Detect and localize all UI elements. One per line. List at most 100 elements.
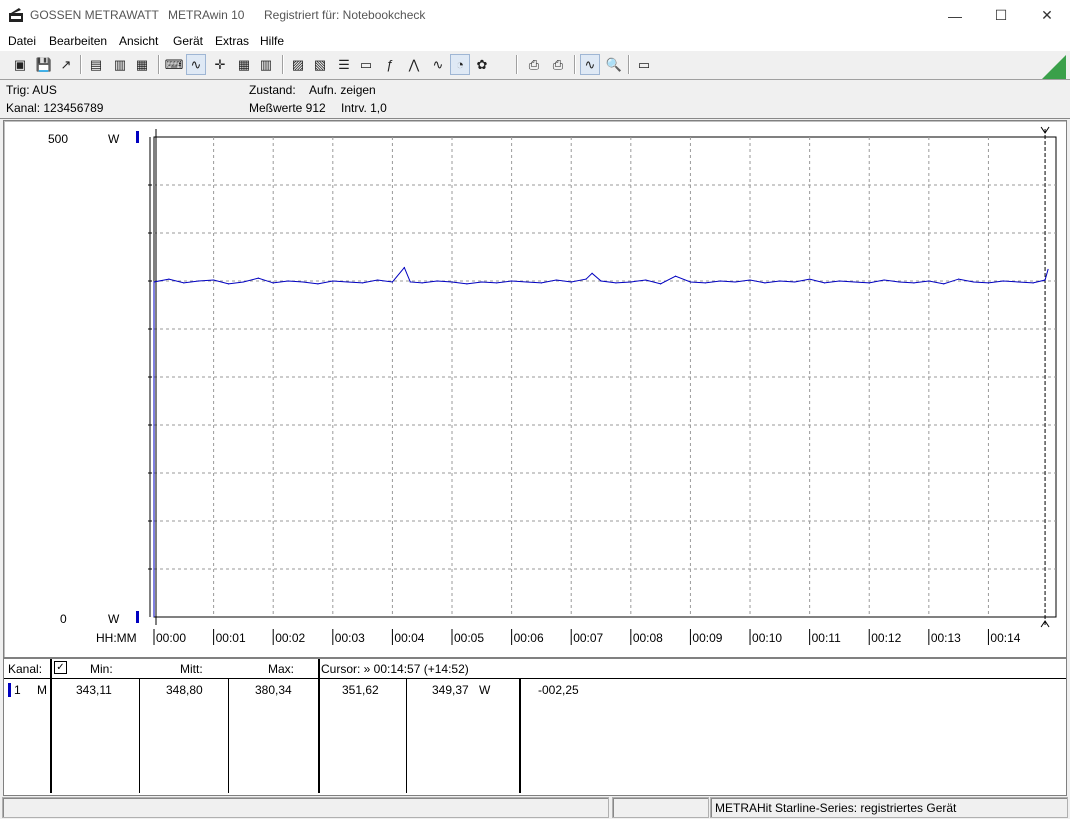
data-point bbox=[302, 281, 304, 283]
x-tick-label: 00:01 bbox=[216, 631, 246, 645]
chart-svg[interactable]: 00:00 00:01 00:02 00:03 00:04 00:05 00:06 00:07… bbox=[4, 121, 1066, 657]
print-preview-button[interactable]: ⎙ bbox=[548, 54, 568, 75]
open-button[interactable]: ▣ bbox=[10, 54, 30, 75]
status-bar: METRAHit Starline-Series: registriertes … bbox=[0, 796, 1070, 819]
close-button[interactable]: ✕ bbox=[1024, 0, 1070, 31]
data-point bbox=[958, 278, 960, 280]
x-tick-label: 00:03 bbox=[335, 631, 365, 645]
signal2-button[interactable]: ∿ bbox=[428, 54, 448, 75]
data-point bbox=[272, 282, 274, 284]
data-point bbox=[674, 275, 677, 277]
device3-button[interactable]: ▦ bbox=[132, 54, 152, 75]
device3-icon: ▦ bbox=[135, 56, 149, 72]
list-button[interactable]: ☰ bbox=[334, 54, 354, 75]
data-point bbox=[689, 281, 692, 283]
menu-bearbeiten[interactable]: Bearbeiten bbox=[49, 34, 107, 48]
data-point bbox=[600, 280, 602, 282]
data-point bbox=[257, 277, 259, 279]
data-point bbox=[591, 272, 593, 274]
data-point bbox=[838, 280, 841, 282]
interval-value: Intrv. 1,0 bbox=[341, 101, 387, 115]
brand-title: GOSSEN METRAWATT bbox=[30, 8, 159, 22]
keyboard-button[interactable]: ⌨ bbox=[164, 54, 184, 75]
data-point bbox=[704, 282, 706, 284]
data-point bbox=[928, 280, 930, 282]
export-button[interactable]: ↗ bbox=[56, 54, 76, 75]
monitor-icon: ▭ bbox=[359, 56, 373, 72]
wave-view-button[interactable]: ∿ bbox=[186, 54, 206, 75]
data-point bbox=[421, 282, 423, 284]
device2-button[interactable]: ▥ bbox=[110, 54, 130, 75]
row-unit: W bbox=[479, 683, 491, 697]
row-max: 380,34 bbox=[255, 683, 292, 697]
channel-checkbox[interactable]: ✓ bbox=[54, 661, 67, 674]
toolbar-separator bbox=[158, 55, 160, 74]
close-icon: ✕ bbox=[1041, 7, 1053, 23]
y-max-label: 500 bbox=[48, 132, 68, 146]
data-point bbox=[332, 280, 334, 282]
device2-icon: ▥ bbox=[113, 56, 127, 72]
data-point bbox=[883, 279, 885, 281]
save-button[interactable]: 💾 bbox=[34, 54, 54, 75]
data-point bbox=[198, 280, 200, 282]
toolbar-separator bbox=[80, 55, 82, 74]
signal1-button[interactable]: ⋀ bbox=[404, 54, 424, 75]
menu-extras[interactable]: Extras bbox=[215, 34, 249, 48]
state-label: Zustand: bbox=[249, 83, 296, 97]
data-point bbox=[213, 279, 215, 281]
data-point bbox=[481, 281, 483, 283]
table-view-button[interactable]: ▦ bbox=[234, 54, 254, 75]
measurement-count: Meßwerte 912 bbox=[249, 101, 326, 115]
probe-button[interactable]: ◔ bbox=[450, 54, 470, 75]
data-point bbox=[987, 282, 990, 284]
keyboard-icon: ⌨ bbox=[164, 56, 184, 72]
stats-grid: Kanal: ✓ Min: Mitt: Max: Cursor: » 00:14… bbox=[3, 658, 1067, 796]
row-min: 343,11 bbox=[76, 683, 112, 697]
title-bar: GOSSEN METRAWATT METRAwin 10 Registriert… bbox=[0, 0, 1070, 31]
menu-ansicht[interactable]: Ansicht bbox=[119, 34, 158, 48]
menu-bar: Datei Bearbeiten Ansicht Gerät Extras Hi… bbox=[0, 31, 1070, 52]
minimize-icon: — bbox=[948, 7, 962, 24]
data-point bbox=[153, 281, 155, 283]
config2-button[interactable]: ▧ bbox=[310, 54, 330, 75]
comment-button[interactable]: ▭ bbox=[634, 54, 654, 75]
row-cursor2: 349,37 bbox=[432, 683, 469, 697]
zoom-button[interactable]: 🔍 bbox=[604, 54, 624, 75]
minimize-button[interactable]: — bbox=[932, 0, 978, 31]
color-button[interactable]: ✿ bbox=[472, 54, 492, 75]
menu-datei[interactable]: Datei bbox=[8, 34, 36, 48]
min-header: Min: bbox=[90, 662, 113, 676]
data-point bbox=[555, 279, 557, 281]
maximize-button[interactable]: ☐ bbox=[978, 0, 1024, 31]
row-mode: M bbox=[37, 683, 47, 697]
zoom-wave-icon: ∿ bbox=[584, 56, 596, 72]
export-icon: ↗ bbox=[60, 56, 72, 72]
bars-view-button[interactable]: ▥ bbox=[256, 54, 276, 75]
chart-panel[interactable]: 00:00 00:01 00:02 00:03 00:04 00:05 00:06 00:07… bbox=[3, 120, 1067, 658]
table-view-icon: ▦ bbox=[237, 56, 251, 72]
config1-button[interactable]: ▨ bbox=[288, 54, 308, 75]
data-point bbox=[764, 282, 766, 284]
y-unit-top: W bbox=[108, 132, 120, 146]
data-point bbox=[511, 280, 513, 282]
data-point bbox=[183, 282, 185, 284]
data-point bbox=[660, 283, 662, 285]
trigger-status: Trig: AUS bbox=[6, 83, 57, 97]
data-point bbox=[168, 278, 170, 280]
x-tick-label: 00:11 bbox=[812, 631, 841, 645]
menu-hilfe[interactable]: Hilfe bbox=[260, 34, 284, 48]
device-button[interactable]: ▤ bbox=[86, 54, 106, 75]
zoom-wave-button[interactable]: ∿ bbox=[580, 54, 600, 75]
menu-geraet[interactable]: Gerät bbox=[173, 34, 203, 48]
data-point bbox=[347, 281, 349, 283]
signal2-icon: ∿ bbox=[432, 56, 444, 72]
monitor-button[interactable]: ▭ bbox=[356, 54, 376, 75]
data-point bbox=[570, 281, 572, 283]
print-button[interactable]: ⎙ bbox=[524, 54, 544, 75]
data-point bbox=[362, 282, 364, 284]
cross-view-button[interactable]: ✛ bbox=[210, 54, 230, 75]
data-point bbox=[1017, 281, 1019, 283]
cursor-header: Cursor: » 00:14:57 (+14:52) bbox=[321, 662, 469, 676]
formula-button[interactable]: ƒ bbox=[380, 54, 400, 75]
data-point bbox=[242, 281, 245, 283]
